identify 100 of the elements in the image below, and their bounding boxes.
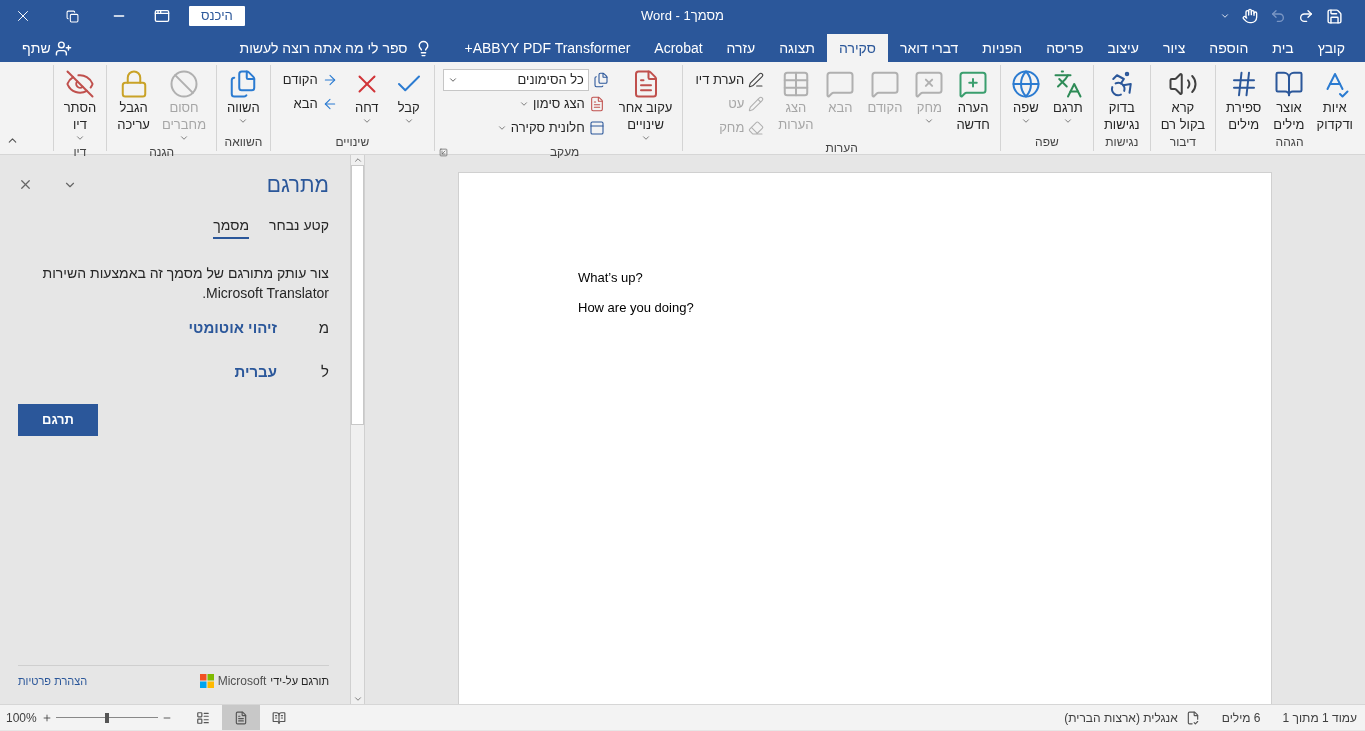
scroll-down-icon[interactable] <box>352 694 363 704</box>
ribbon-tab[interactable]: סקירה <box>826 34 888 62</box>
ribbon-button[interactable]: הערת דיו <box>691 69 769 91</box>
group-label: הגהה <box>1275 134 1304 151</box>
ribbon-tab[interactable]: הוספה <box>1197 34 1261 62</box>
pane-tab[interactable]: מסמך <box>213 214 250 239</box>
scroll-up-icon[interactable] <box>352 155 363 165</box>
dialog-launcher-icon[interactable] <box>438 148 448 157</box>
ribbon-button[interactable]: עקוב אחר שינויים <box>612 65 679 143</box>
word-count[interactable]: 6 מילים <box>1221 708 1261 727</box>
zoom-thumb[interactable] <box>105 712 109 723</box>
group-label: השוואה <box>224 134 263 151</box>
caret-icon <box>924 116 935 126</box>
ribbon-tab[interactable]: קובץ <box>1305 34 1357 62</box>
ribbon-tab[interactable]: עזרה <box>714 34 768 62</box>
ribbon-button[interactable]: הצג סימון <box>515 93 609 115</box>
ribbon-tab[interactable]: ABBYY PDF Transformer+ <box>452 34 643 62</box>
ribbon-button[interactable]: הבא <box>289 93 342 115</box>
person-add-icon <box>54 39 72 57</box>
ribbon-button[interactable]: בדוק נגישות <box>1097 65 1146 133</box>
book-icon <box>272 710 286 725</box>
language-indicator[interactable]: אנגלית (ארצות הברית) <box>1064 708 1178 727</box>
group-label: הגנה <box>149 144 175 161</box>
ribbon-button[interactable]: ספירת מילים <box>1220 65 1268 133</box>
target-language[interactable]: עברית <box>234 361 277 384</box>
markup-dropdown[interactable]: כל הסימונים <box>442 69 589 91</box>
restore-icon[interactable] <box>66 9 79 23</box>
globe-icon <box>1010 69 1041 99</box>
ribbon-button[interactable]: איות ודקדוק <box>1310 65 1359 133</box>
comment-icon <box>869 69 900 99</box>
comment-icon <box>825 69 856 99</box>
zoom-level[interactable]: 100% <box>0 708 42 727</box>
translate-button[interactable]: תרגם <box>18 403 98 436</box>
ribbon-button[interactable]: השווה <box>221 65 266 126</box>
zoom-slider[interactable] <box>56 712 158 723</box>
ribbon-button[interactable]: הסתר דיו <box>57 65 103 143</box>
caret-icon <box>179 133 189 143</box>
ribbon-button[interactable]: שפה <box>1004 65 1047 126</box>
ribbon-display-icon[interactable] <box>154 8 170 24</box>
from-label: מ <box>317 317 329 338</box>
caret-icon <box>519 99 529 109</box>
caret-icon <box>74 133 85 143</box>
page-icon <box>234 710 248 725</box>
dropdown-value: כל הסימונים <box>517 71 584 90</box>
eraser-icon <box>748 120 765 136</box>
credit-text: תורגם על-ידי <box>270 673 329 689</box>
group-label: דיו <box>73 144 87 161</box>
windows-logo-icon <box>199 674 214 688</box>
zoom-in-icon[interactable] <box>42 712 52 723</box>
caret-icon <box>238 116 249 126</box>
pen-icon <box>748 72 765 88</box>
scrollbar[interactable] <box>350 155 365 704</box>
source-language[interactable]: זיהוי אוטומטי <box>188 316 277 339</box>
share-button[interactable]: שתף <box>0 34 72 62</box>
ribbon-tab[interactable]: דברי דואר <box>887 34 971 62</box>
document-icon <box>588 96 605 112</box>
group-label: שינויים <box>335 134 370 151</box>
proofing-icon[interactable] <box>1185 710 1200 725</box>
translate-icon <box>1052 69 1083 99</box>
comment-plus-icon <box>958 69 989 99</box>
tell-me-box[interactable]: ספר לי מה אתה רוצה לעשות <box>227 34 445 62</box>
pane-tab[interactable]: קטע נבחר <box>269 214 329 239</box>
ribbon-button[interactable]: חלונית סקירה <box>492 117 609 139</box>
ribbon-button[interactable]: הגבל עריכה <box>111 65 156 133</box>
page-count[interactable]: עמוד 1 מתוך 1 <box>1282 708 1357 727</box>
caret-icon <box>1020 116 1031 126</box>
ribbon-tab[interactable]: הפניות <box>970 34 1035 62</box>
eye-off-icon <box>64 69 95 99</box>
document-paragraph: What’s up? <box>578 269 644 286</box>
ribbon-tab[interactable]: בית <box>1260 34 1306 62</box>
caret-icon <box>361 116 372 126</box>
ribbon-button[interactable]: תרגם <box>1046 65 1089 126</box>
scroll-thumb[interactable] <box>351 165 364 425</box>
group-label: נגישות <box>1105 134 1139 151</box>
pane-description: צור עותק מתורגם של מסמך זה באמצעות השירות Microsoft Translator. <box>41 263 329 303</box>
comment-x-icon <box>914 69 945 99</box>
redo-icon[interactable] <box>1298 8 1314 24</box>
ribbon-button[interactable]: הקודם <box>278 69 342 91</box>
group-label: מעקב <box>548 144 580 161</box>
ribbon-button[interactable]: אוצר מילים <box>1267 65 1311 133</box>
ribbon-button[interactable]: הערה חדשה <box>950 65 996 133</box>
view-button[interactable] <box>222 705 260 730</box>
ribbon-tab[interactable]: תצוגה <box>767 34 827 62</box>
ribbon-button[interactable]: קרא בקול רם <box>1154 65 1212 133</box>
brand-name: Microsoft <box>217 673 267 690</box>
save-icon[interactable] <box>1326 7 1343 25</box>
panel-icon <box>588 120 605 136</box>
ribbon-button[interactable]: דחה <box>345 65 388 126</box>
ribbon-tab[interactable]: ציור <box>1150 34 1198 62</box>
ribbon-tab[interactable]: Acrobat <box>642 34 715 62</box>
document-paragraph: How are you doing? <box>578 299 695 316</box>
privacy-link[interactable]: הצהרת פרטיות <box>18 672 88 690</box>
touch-mode-icon[interactable] <box>1242 8 1258 24</box>
ribbon-tab[interactable]: עיצוב <box>1095 34 1151 62</box>
customize-icon[interactable] <box>1220 11 1230 21</box>
sign-in-button[interactable]: היכנס <box>189 6 245 26</box>
ribbon-tab[interactable]: פריסה <box>1034 34 1096 62</box>
book-icon <box>1273 69 1304 99</box>
ribbon-button[interactable]: קבל <box>387 65 430 126</box>
window-title: מסמך1 - Word <box>641 7 724 26</box>
